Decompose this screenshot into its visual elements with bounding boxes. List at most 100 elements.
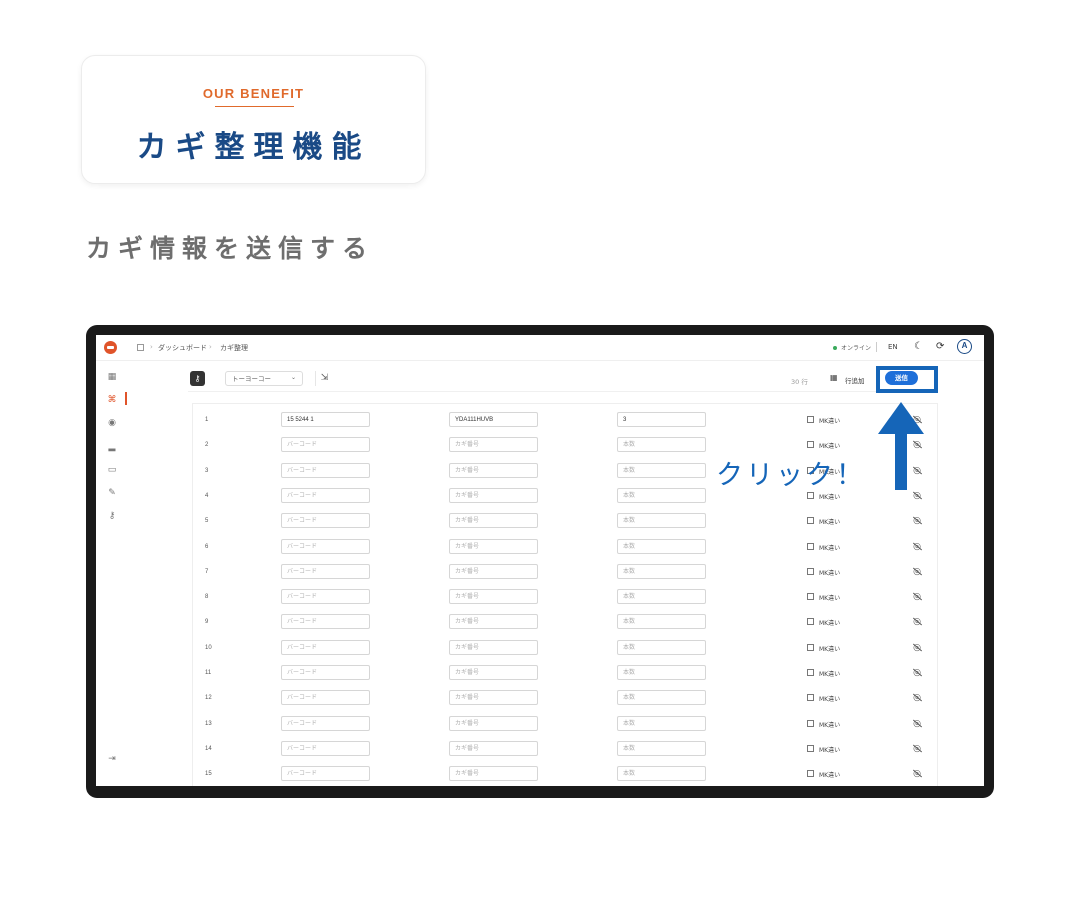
scan-icon[interactable]: ⌘ [106,394,118,406]
count-input[interactable]: 本数 [617,639,706,655]
barcode-input[interactable]: バーコード [281,690,370,706]
eye-off-icon[interactable]: ◎ [911,541,923,553]
key-number-input[interactable]: カギ番号 [449,715,538,731]
mk-checkbox[interactable] [807,643,814,651]
avatar[interactable]: A [957,339,972,354]
eye-off-icon[interactable]: ◎ [911,642,923,654]
barcode-input[interactable]: バーコード [281,665,370,680]
eye-off-icon[interactable]: ◎ [911,439,923,451]
send-button-highlight [876,366,938,393]
count-input[interactable]: 本数 [617,437,706,453]
count-input[interactable]: 本数 [617,715,706,731]
mk-checkbox[interactable] [807,669,814,676]
barcode-input[interactable]: バーコード [281,766,370,782]
mk-checkbox[interactable] [807,542,814,550]
barcode-input[interactable]: バーコード [281,462,370,478]
mk-checkbox[interactable] [807,441,814,449]
count-input[interactable]: 本数 [617,766,706,782]
key-number-input[interactable]: カギ番号 [449,538,538,554]
key-number-input[interactable]: カギ番号 [449,487,538,503]
chevron-right-icon: › [209,343,212,351]
key-number-input[interactable]: カギ番号 [449,639,538,655]
key-number-input[interactable]: カギ番号 [449,740,538,756]
mk-checkbox[interactable] [807,719,814,727]
row-number: 14 [205,745,212,752]
row-number: 7 [205,568,209,575]
eye-off-icon[interactable]: ◎ [911,515,923,527]
barcode-input[interactable]: バーコード [281,563,370,579]
eye-off-icon[interactable]: ◎ [911,490,923,502]
key-icon[interactable]: ⚷ [106,510,118,522]
key-number-input[interactable]: カギ番号 [449,589,538,605]
mk-checkbox-label: MK違い [819,443,841,451]
count-input[interactable]: 本数 [617,462,706,478]
mk-checkbox[interactable] [807,694,814,702]
barcode-input[interactable]: バーコード [281,513,370,529]
moon-icon[interactable]: ☾ [914,341,923,353]
mk-checkbox[interactable] [807,416,814,423]
eye-off-icon[interactable]: ◎ [911,616,923,628]
add-row-button[interactable]: 行追加 [845,375,865,385]
eye-off-icon[interactable]: ◎ [911,743,923,755]
barcode-input[interactable]: 15 5244 1 [281,412,370,427]
archive-icon[interactable]: ▭ [106,464,118,476]
count-input[interactable]: 本数 [617,740,706,756]
eye-off-icon[interactable]: ◎ [911,591,923,603]
eye-off-icon[interactable]: ◎ [911,692,923,704]
key-number-input[interactable]: カギ番号 [449,462,538,478]
location-pin-icon[interactable]: ◉ [106,417,118,429]
count-input[interactable]: 本数 [617,690,706,706]
export-icon[interactable]: ⇲ [315,371,330,386]
count-input[interactable]: 本数 [617,487,706,503]
company-select[interactable]: トーヨーコー ⌄ [225,371,303,386]
mk-checkbox[interactable] [807,770,814,778]
language-toggle[interactable]: EN [888,343,898,351]
count-input[interactable]: 本数 [617,513,706,529]
eye-off-icon[interactable]: ◎ [911,465,923,477]
breadcrumb-dashboard[interactable]: ダッシュボード [158,343,207,353]
pencil-icon[interactable]: ✎ [106,487,118,499]
count-input[interactable]: 本数 [617,614,706,630]
mk-checkbox[interactable] [807,517,814,525]
mk-checkbox[interactable] [807,593,814,601]
dashboard-icon[interactable]: ▦ [106,371,118,383]
count-input[interactable]: 本数 [617,563,706,579]
add-row-icon[interactable]: ▦ [830,373,838,382]
key-number-input[interactable]: カギ番号 [449,437,538,453]
mk-checkbox[interactable] [807,567,814,575]
key-button[interactable]: ⚷ [190,371,205,386]
barcode-input[interactable]: バーコード [281,487,370,503]
row-number: 12 [205,695,212,702]
logout-icon[interactable]: ⇥ [106,753,118,765]
app-logo-icon[interactable] [104,341,117,354]
refresh-icon[interactable]: ⟳ [936,341,944,353]
barcode-input[interactable]: バーコード [281,614,370,630]
eye-off-icon[interactable]: ◎ [911,768,923,780]
key-number-input[interactable]: YDA111HUVB [449,412,538,427]
mk-checkbox[interactable] [807,491,814,499]
count-input[interactable]: 本数 [617,665,706,680]
barcode-input[interactable]: バーコード [281,437,370,453]
count-input[interactable]: 本数 [617,589,706,605]
eye-off-icon[interactable]: ◎ [911,667,923,679]
eye-off-icon[interactable]: ◎ [911,566,923,578]
key-number-input[interactable]: カギ番号 [449,665,538,680]
key-number-input[interactable]: カギ番号 [449,766,538,782]
barcode-input[interactable]: バーコード [281,740,370,756]
eye-off-icon[interactable]: ◎ [911,718,923,730]
row-number: 3 [205,467,209,474]
barcode-input[interactable]: バーコード [281,589,370,605]
mk-checkbox[interactable] [807,744,814,752]
key-number-input[interactable]: カギ番号 [449,690,538,706]
key-number-input[interactable]: カギ番号 [449,614,538,630]
key-number-input[interactable]: カギ番号 [449,513,538,529]
barcode-input[interactable]: バーコード [281,715,370,731]
grid-icon[interactable] [137,344,144,351]
mk-checkbox[interactable] [807,618,814,626]
barcode-input[interactable]: バーコード [281,639,370,655]
count-input[interactable]: 本数 [617,538,706,554]
barcode-input[interactable]: バーコード [281,538,370,554]
chart-icon[interactable]: ▂ [106,441,118,453]
key-number-input[interactable]: カギ番号 [449,563,538,579]
count-input[interactable]: 3 [617,412,706,427]
